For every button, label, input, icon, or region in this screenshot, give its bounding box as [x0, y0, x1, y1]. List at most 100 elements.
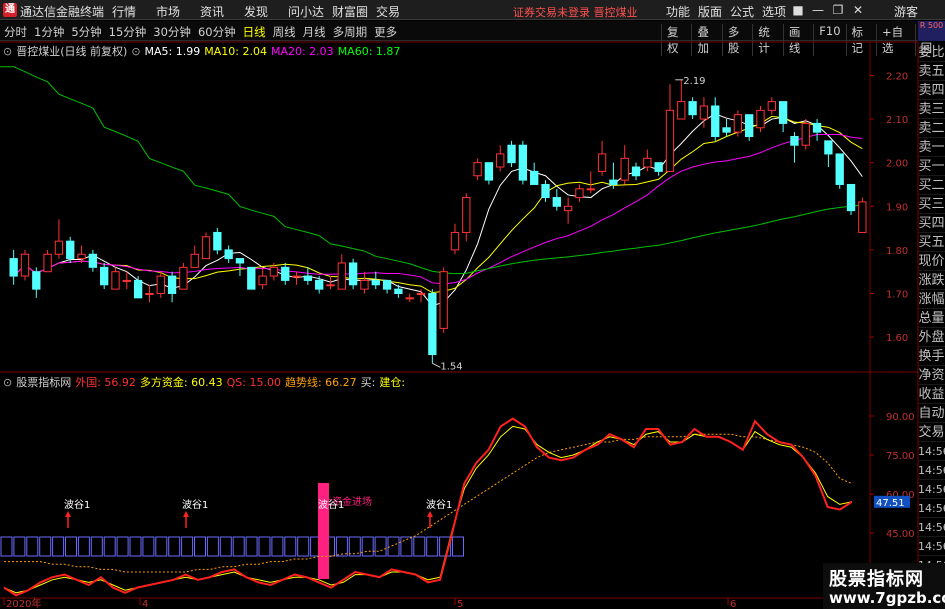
chart-tool-3[interactable]: 统计	[752, 24, 782, 56]
chart-tool-0[interactable]: 复权	[661, 24, 691, 56]
chart-tool-7[interactable]: +自选	[875, 24, 915, 56]
side-panel-item-25[interactable]: 14:56	[918, 518, 945, 537]
signal-box	[439, 536, 452, 557]
side-panel-item-1[interactable]: 卖五	[918, 62, 945, 81]
side-panel-item-13[interactable]: 涨幅	[918, 290, 945, 309]
menu-item-wealth[interactable]: 财富圈	[332, 3, 376, 20]
stock-name[interactable]: 晋控煤业(日线 前复权)	[16, 45, 127, 58]
side-panel-item-23[interactable]: 14:56	[918, 480, 945, 499]
side-panel-item-7[interactable]: 买二	[918, 176, 945, 195]
candle-up	[54, 240, 64, 255]
side-panel-item-3[interactable]: 卖三	[918, 100, 945, 119]
date-tick-label: 2020年	[6, 597, 41, 609]
price-tick-label: 1.80	[886, 246, 908, 257]
side-panel-item-18[interactable]: 收益	[918, 385, 945, 404]
minimize-icon[interactable]: —	[810, 2, 826, 18]
side-panel-item-12[interactable]: 涨跌	[918, 271, 945, 290]
chart-tool-5[interactable]: F10	[813, 24, 845, 56]
side-panel-item-4[interactable]: 卖二	[918, 119, 945, 138]
side-panel-item-21[interactable]: 14:56	[918, 442, 945, 461]
candle-up	[767, 101, 776, 111]
candle-up	[575, 188, 584, 199]
main-menu: 行情 市场 资讯 发现 问小达 财富圈 交易	[112, 3, 420, 20]
candle-down	[778, 101, 788, 124]
side-panel-item-0[interactable]: 委比	[918, 43, 945, 62]
indicator-tick-label: 75.00	[886, 451, 915, 462]
period-tab-4[interactable]: 30分钟	[153, 24, 191, 40]
menu-item-ask[interactable]: 问小达	[288, 3, 332, 20]
collapse-icon[interactable]: ⊙	[3, 45, 12, 58]
candle-down	[428, 293, 437, 356]
period-tab-7[interactable]: 周线	[273, 24, 296, 40]
side-panel-item-14[interactable]: 总量	[918, 309, 945, 328]
period-tab-6[interactable]: 日线	[243, 24, 266, 40]
period-tab-10[interactable]: 更多	[374, 24, 397, 40]
chart-tool-6[interactable]: 标记	[845, 24, 876, 56]
period-tab-1[interactable]: 1分钟	[34, 24, 64, 40]
period-tab-9[interactable]: 多周期	[333, 24, 368, 40]
side-panel-item-17[interactable]: 净资	[918, 366, 945, 385]
side-panel-item-11[interactable]: 现价	[918, 252, 945, 271]
price-info-line: ⊙ 晋控煤业(日线 前复权) ⊙ MA5: 1.99 MA10: 2.04 MA20: 2…	[3, 43, 404, 58]
watermark: 股票指标网 www.7gpzb.com	[823, 563, 945, 609]
restore-icon[interactable]: ■	[790, 2, 806, 18]
side-panel-item-20[interactable]: 交易	[918, 423, 945, 442]
signal-box	[39, 536, 52, 557]
menu-item-function[interactable]: 功能	[666, 3, 690, 20]
period-tab-5[interactable]: 60分钟	[198, 24, 236, 40]
side-panel-item-16[interactable]: 换手	[918, 347, 945, 366]
period-tab-2[interactable]: 5分钟	[71, 24, 101, 40]
period-tab-0[interactable]: 分时	[4, 24, 27, 40]
close-icon[interactable]: ✕	[850, 2, 866, 18]
period-tabs: 分时 1分钟 5分钟 15分钟 30分钟 60分钟 日线 周线 月线 多周期 更多	[4, 24, 404, 40]
wave-bottom-arrowhead	[427, 511, 433, 517]
signal-box	[181, 536, 194, 557]
kline-chart[interactable]: 2.20 2.10 2.00 1.90 1.80 1.70 1.60 90.00 75.00 60…	[0, 0, 945, 609]
menu-item-market[interactable]: 市场	[156, 3, 200, 20]
period-tab-3[interactable]: 15分钟	[109, 24, 147, 40]
chart-tool-1[interactable]: 叠加	[691, 24, 721, 56]
jiancang-label: 建仓:	[379, 376, 406, 389]
menu-item-trade[interactable]: 交易	[376, 3, 420, 20]
candle-up	[416, 293, 426, 295]
menu-item-discover[interactable]: 发现	[244, 3, 288, 20]
candle-up	[111, 271, 120, 290]
gear-icon[interactable]: ⊙	[131, 45, 140, 58]
candle-down	[541, 183, 550, 199]
candle-down	[530, 170, 539, 185]
signal-box	[361, 536, 374, 557]
candle-down	[824, 140, 833, 155]
menu-item-news[interactable]: 资讯	[200, 3, 244, 20]
menu-item-layout[interactable]: 版面	[698, 3, 722, 20]
side-panel-item-9[interactable]: 买四	[918, 214, 945, 233]
side-panel-item-5[interactable]: 卖一	[918, 138, 945, 157]
menu-item-options[interactable]: 选项	[762, 3, 786, 20]
date-tick-label: 5	[457, 599, 463, 609]
indicator-name[interactable]: 股票指标网	[16, 376, 71, 389]
side-panel-item-19[interactable]: 自动	[918, 404, 945, 423]
menu-item-formula[interactable]: 公式	[730, 3, 754, 20]
side-panel-item-24[interactable]: 14:56	[918, 499, 945, 518]
indicator-collapse-icon[interactable]: ⊙	[3, 376, 12, 389]
chart-tool-2[interactable]: 多股	[721, 24, 752, 56]
candle-down	[394, 288, 403, 294]
login-status[interactable]: 证券交易未登录 晋控煤业	[513, 4, 638, 20]
menu-item-quotes[interactable]: 行情	[112, 3, 156, 20]
duofang-value: 多方资金: 60.43	[139, 376, 223, 389]
signal-box	[374, 536, 387, 557]
signal-box	[219, 536, 232, 557]
side-panel-item-22[interactable]: 14:56	[918, 461, 945, 480]
candle-down	[507, 144, 516, 164]
side-panel-item-26[interactable]: 14:56	[918, 537, 945, 556]
side-panel-item-15[interactable]: 外盘	[918, 328, 945, 347]
maximize-icon[interactable]: ❐	[830, 2, 846, 18]
candle-up	[292, 275, 301, 278]
chart-tool-4[interactable]: 画线	[782, 24, 813, 56]
side-panel-item-8[interactable]: 买三	[918, 195, 945, 214]
side-panel-item-2[interactable]: 卖四	[918, 81, 945, 100]
side-panel-item-6[interactable]: 买一	[918, 157, 945, 176]
period-tab-8[interactable]: 月线	[303, 24, 326, 40]
candle-down	[9, 258, 18, 277]
guest-label[interactable]: 游客	[894, 3, 918, 20]
side-panel-item-10[interactable]: 买五	[918, 233, 945, 252]
